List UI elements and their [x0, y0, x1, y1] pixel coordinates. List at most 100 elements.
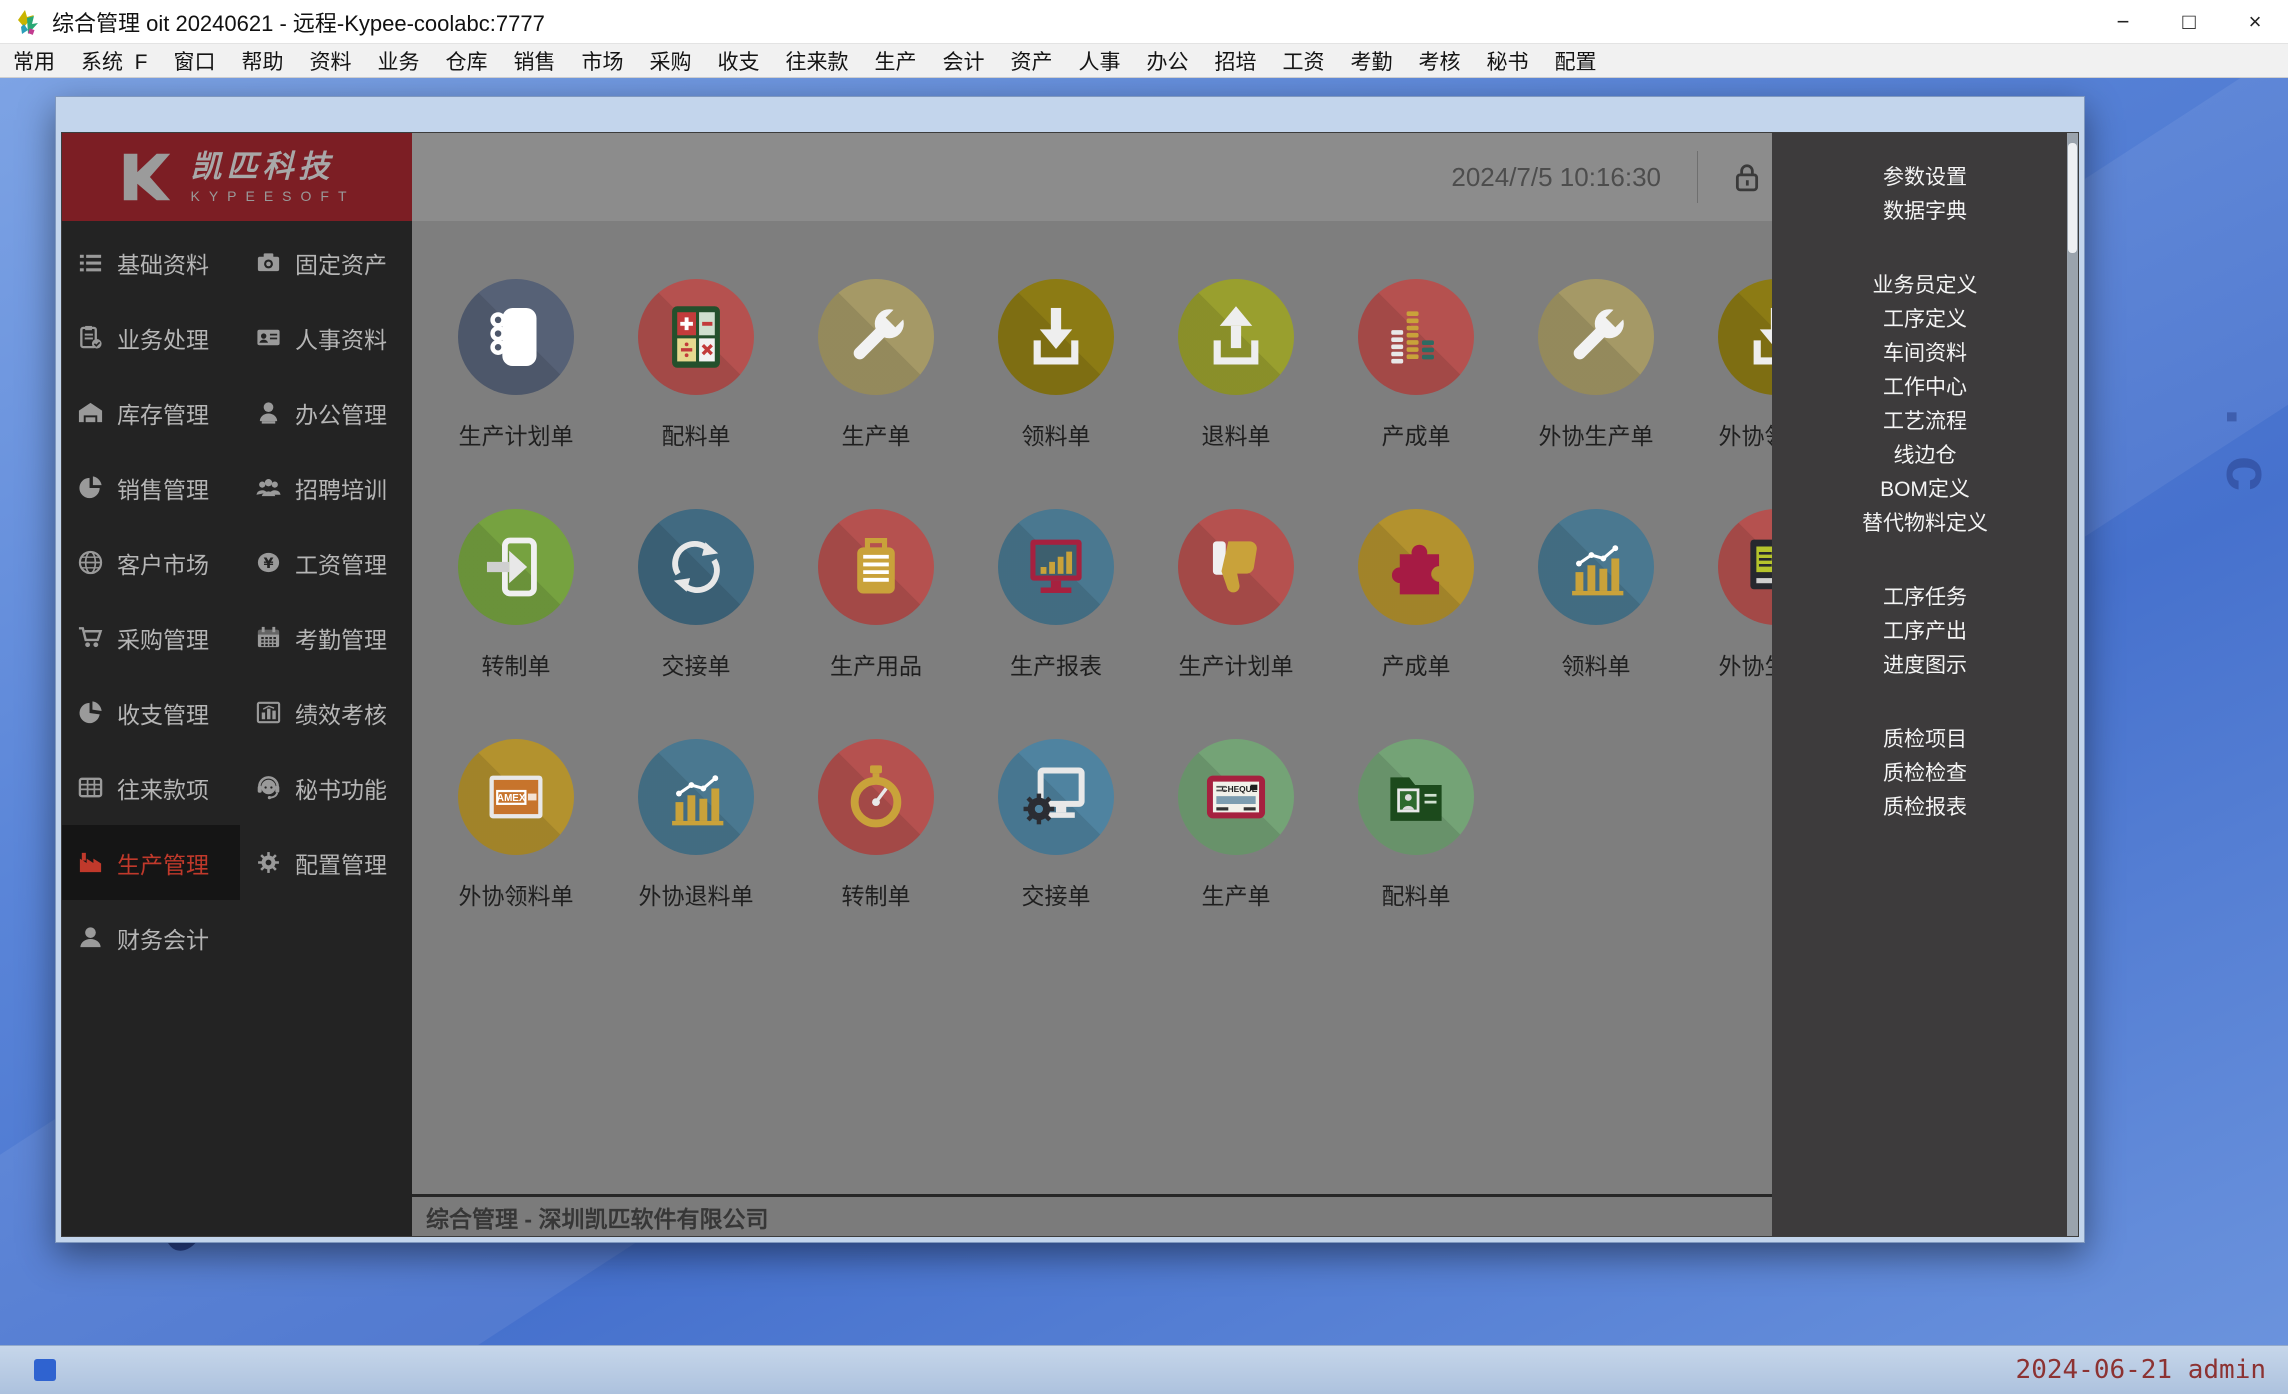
panel-item-车间资料[interactable]: 车间资料	[1772, 337, 2078, 371]
tile-配料单[interactable]: 配料单	[1326, 739, 1506, 969]
menu-item-收支[interactable]: 收支	[705, 46, 773, 76]
menu-item-往来款[interactable]: 往来款	[773, 46, 862, 76]
sidebar-item-工资管理[interactable]: ¥工资管理	[240, 525, 412, 600]
sidebar-item-招聘培训[interactable]: 招聘培训	[240, 450, 412, 525]
sidebar-item-业务处理[interactable]: 业务处理	[62, 300, 240, 375]
panel-scrollbar[interactable]	[2067, 133, 2078, 1236]
tile-产成单[interactable]: 产成单	[1326, 509, 1506, 739]
menu-item-会计[interactable]: 会计	[930, 46, 998, 76]
panel-item-质检报表[interactable]: 质检报表	[1772, 791, 2078, 825]
menu-item-招培[interactable]: 招培	[1202, 46, 1270, 76]
sidebar-item-往来款项[interactable]: 往来款项	[62, 750, 240, 825]
menu-item-配置[interactable]: 配置	[1542, 46, 1610, 76]
tile-领料单[interactable]: 领料单	[1506, 509, 1686, 739]
tile-交接单[interactable]: 交接单	[606, 509, 786, 739]
sidebar-item-label: 招聘培训	[295, 471, 387, 505]
wrench-icon	[1538, 279, 1654, 395]
menu-item-窗口[interactable]: 窗口	[161, 46, 229, 76]
panel-item-进度图示[interactable]: 进度图示	[1772, 649, 2078, 683]
sidebar-item-配置管理[interactable]: 配置管理	[240, 825, 412, 900]
tile-生产单[interactable]: 生产单	[786, 279, 966, 509]
close-button[interactable]: ×	[2222, 0, 2288, 43]
panel-item-数据字典[interactable]: 数据字典	[1772, 195, 2078, 229]
sidebar-item-收支管理[interactable]: 收支管理	[62, 675, 240, 750]
sidebar-item-财务会计[interactable]: 财务会计	[62, 900, 240, 975]
sidebar-item-考勤管理[interactable]: 考勤管理	[240, 600, 412, 675]
panel-item-质检项目[interactable]: 质检项目	[1772, 723, 2078, 757]
panel-item-工序产出[interactable]: 工序产出	[1772, 615, 2078, 649]
submenu-panel: 参数设置数据字典业务员定义工序定义车间资料工作中心工艺流程线边仓BOM定义替代物…	[1772, 133, 2078, 1236]
panel-item-BOM定义[interactable]: BOM定义	[1772, 473, 2078, 507]
tile-生产计划单[interactable]: 生产计划单	[1146, 509, 1326, 739]
pie2-icon	[77, 699, 104, 726]
sidebar-item-基础资料[interactable]: 基础资料	[62, 225, 240, 300]
panel-item-业务员定义[interactable]: 业务员定义	[1772, 269, 2078, 303]
tile-生产单[interactable]: CHEQUE生产单	[1146, 739, 1326, 969]
menu-item-生产[interactable]: 生产	[862, 46, 930, 76]
minimize-button[interactable]: −	[2090, 0, 2156, 43]
tile-配料单[interactable]: 配料单	[606, 279, 786, 509]
menu-item-资料[interactable]: 资料	[297, 46, 365, 76]
menu-item-考勤[interactable]: 考勤	[1338, 46, 1406, 76]
sidebar-item-客户市场[interactable]: 客户市场	[62, 525, 240, 600]
menu-item-仓库[interactable]: 仓库	[433, 46, 501, 76]
menu-item-常用[interactable]: 常用	[0, 46, 68, 76]
panel-item-工序任务[interactable]: 工序任务	[1772, 581, 2078, 615]
tile-退料单[interactable]: 退料单	[1146, 279, 1326, 509]
sidebar-item-label: 基础资料	[117, 246, 209, 280]
panel-item-线边仓[interactable]: 线边仓	[1772, 439, 2078, 473]
sidebar-item-销售管理[interactable]: 销售管理	[62, 450, 240, 525]
maximize-button[interactable]: □	[2156, 0, 2222, 43]
tile-生产计划单[interactable]: 生产计划单	[426, 279, 606, 509]
sidebar-item-生产管理[interactable]: 生产管理	[62, 825, 240, 900]
panel-scrollbar-thumb[interactable]	[2068, 143, 2077, 253]
panel-item-质检检查[interactable]: 质检检查	[1772, 757, 2078, 791]
menu-item-人事[interactable]: 人事	[1066, 46, 1134, 76]
header-divider	[1697, 151, 1698, 203]
panel-item-工序定义[interactable]: 工序定义	[1772, 303, 2078, 337]
lock-icon[interactable]	[1732, 160, 1762, 194]
menu-item-系统F[interactable]: 系统 F	[68, 46, 161, 76]
menu-item-办公[interactable]: 办公	[1134, 46, 1202, 76]
tile-领料单[interactable]: 领料单	[966, 279, 1146, 509]
tile-label: 转制单	[482, 647, 551, 681]
tile-label: 生产计划单	[459, 417, 574, 451]
menu-item-销售[interactable]: 销售	[501, 46, 569, 76]
menu-item-采购[interactable]: 采购	[637, 46, 705, 76]
header-datetime: 2024/7/5 10:16:30	[1451, 162, 1661, 193]
tile-label: 配料单	[662, 417, 731, 451]
idcard-icon	[255, 324, 282, 351]
menu-item-考核[interactable]: 考核	[1406, 46, 1474, 76]
panel-item-工艺流程[interactable]: 工艺流程	[1772, 405, 2078, 439]
monitor-chart-icon	[998, 509, 1114, 625]
sidebar-item-采购管理[interactable]: 采购管理	[62, 600, 240, 675]
tile-转制单[interactable]: 转制单	[786, 739, 966, 969]
tile-外协退料单[interactable]: 外协退料单	[606, 739, 786, 969]
menu-item-资产[interactable]: 资产	[998, 46, 1066, 76]
panel-item-工作中心[interactable]: 工作中心	[1772, 371, 2078, 405]
menu-item-市场[interactable]: 市场	[569, 46, 637, 76]
sidebar-item-库存管理[interactable]: 库存管理	[62, 375, 240, 450]
desktop: on_ .c 凯匹科技 KYPEESOFT 2024/7/5 10:16:30	[0, 78, 2288, 1394]
tile-产成单[interactable]: 产成单	[1326, 279, 1506, 509]
app-icon	[14, 8, 42, 36]
tile-生产用品[interactable]: 生产用品	[786, 509, 966, 739]
tile-交接单[interactable]: 交接单	[966, 739, 1146, 969]
sidebar-item-固定资产[interactable]: 固定资产	[240, 225, 412, 300]
menu-item-秘书[interactable]: 秘书	[1474, 46, 1542, 76]
sidebar-item-人事资料[interactable]: 人事资料	[240, 300, 412, 375]
tile-外协生产单[interactable]: 外协生产单	[1506, 279, 1686, 509]
tile-label: 交接单	[662, 647, 731, 681]
sidebar-item-办公管理[interactable]: 办公管理	[240, 375, 412, 450]
thumbs-down-icon	[1178, 509, 1294, 625]
sidebar-item-绩效考核[interactable]: 绩效考核	[240, 675, 412, 750]
panel-item-参数设置[interactable]: 参数设置	[1772, 161, 2078, 195]
menu-item-帮助[interactable]: 帮助	[229, 46, 297, 76]
tile-转制单[interactable]: 转制单	[426, 509, 606, 739]
tile-外协领料单[interactable]: AMEX外协领料单	[426, 739, 606, 969]
menu-item-业务[interactable]: 业务	[365, 46, 433, 76]
panel-item-替代物料定义[interactable]: 替代物料定义	[1772, 507, 2078, 541]
sidebar-item-秘书功能[interactable]: 秘书功能	[240, 750, 412, 825]
menu-item-工资[interactable]: 工资	[1270, 46, 1338, 76]
tile-生产报表[interactable]: 生产报表	[966, 509, 1146, 739]
